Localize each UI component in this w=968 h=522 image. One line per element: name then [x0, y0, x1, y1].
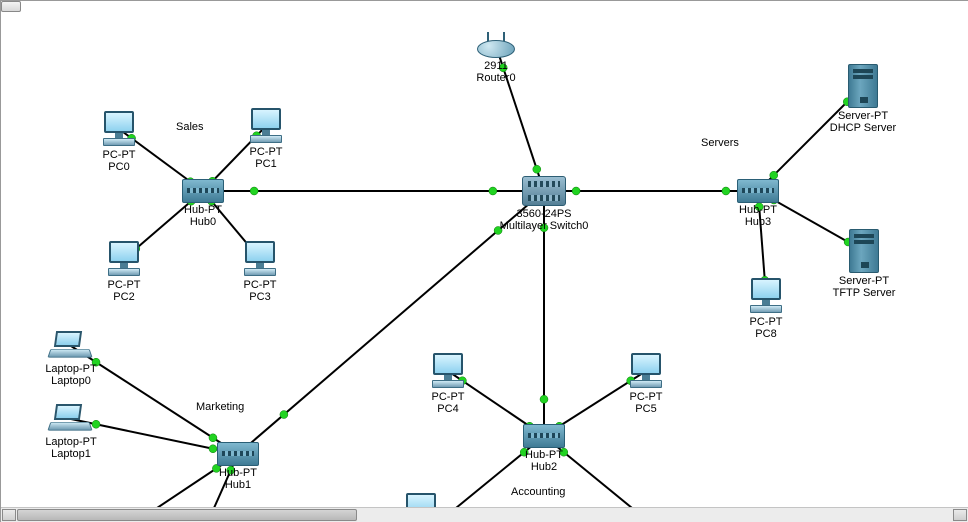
group-label-accounting: Accounting: [511, 486, 565, 498]
device-hub3[interactable]: [737, 179, 779, 203]
device-pc8-name: PC8: [755, 328, 776, 340]
device-pc3-name: PC3: [249, 291, 270, 303]
device-router0-name: Router0: [476, 72, 515, 84]
device-laptop1-type: Laptop-PT: [45, 436, 96, 448]
device-mlswitch0-type: 3560-24PS: [516, 208, 571, 220]
group-label-servers: Servers: [701, 137, 739, 149]
horizontal-scrollbar[interactable]: [1, 507, 968, 522]
device-hub1[interactable]: [217, 442, 259, 466]
device-hub1-type: Hub-PT: [219, 467, 257, 479]
device-pc5-type: PC-PT: [630, 391, 663, 403]
device-router0-type: 2911: [484, 60, 508, 72]
device-pc1-type: PC-PT: [250, 146, 283, 158]
device-tftp-server[interactable]: [849, 229, 879, 273]
device-hub1-name: Hub1: [225, 479, 251, 491]
device-tftp-name: TFTP Server: [833, 287, 896, 299]
device-pc3[interactable]: [242, 241, 278, 277]
group-label-marketing: Marketing: [196, 401, 244, 413]
device-laptop0[interactable]: [49, 331, 93, 361]
scroll-left-button[interactable]: [2, 509, 16, 521]
topology-canvas[interactable]: Sales Servers Marketing Accounting 2911 …: [0, 0, 968, 522]
device-pc4-name: PC4: [437, 403, 458, 415]
device-pc1[interactable]: [248, 108, 284, 144]
device-pc8[interactable]: [748, 278, 784, 314]
device-pc5-name: PC5: [635, 403, 656, 415]
device-hub2-type: Hub-PT: [525, 449, 563, 461]
device-laptop0-name: Laptop0: [51, 375, 91, 387]
device-hub0[interactable]: [182, 179, 224, 203]
device-hub0-type: Hub-PT: [184, 204, 222, 216]
device-router0[interactable]: [477, 34, 515, 58]
device-pc2-type: PC-PT: [108, 279, 141, 291]
scroll-thumb[interactable]: [17, 509, 357, 521]
scroll-right-button[interactable]: [953, 509, 967, 521]
device-laptop0-type: Laptop-PT: [45, 363, 96, 375]
device-pc4[interactable]: [430, 353, 466, 389]
device-hub0-name: Hub0: [190, 216, 216, 228]
device-dhcp-name: DHCP Server: [830, 122, 896, 134]
device-hub2-name: Hub2: [531, 461, 557, 473]
device-tftp-type: Server-PT: [839, 275, 889, 287]
device-laptop1[interactable]: [49, 404, 93, 434]
device-pc1-name: PC1: [255, 158, 276, 170]
device-laptop1-name: Laptop1: [51, 448, 91, 460]
device-pc2[interactable]: [106, 241, 142, 277]
device-hub2[interactable]: [523, 424, 565, 448]
device-pc3-type: PC-PT: [244, 279, 277, 291]
device-mlswitch0-name: Multilayer Switch0: [500, 220, 589, 232]
device-pc5[interactable]: [628, 353, 664, 389]
device-mlswitch0[interactable]: [522, 176, 566, 206]
window-tab-handle[interactable]: [1, 1, 21, 12]
device-hub3-name: Hub3: [745, 216, 771, 228]
device-pc4-type: PC-PT: [432, 391, 465, 403]
device-dhcp-type: Server-PT: [838, 110, 888, 122]
device-pc0-name: PC0: [108, 161, 129, 173]
device-hub3-type: Hub-PT: [739, 204, 777, 216]
device-dhcp-server[interactable]: [848, 64, 878, 108]
group-label-sales: Sales: [176, 121, 204, 133]
device-pc8-type: PC-PT: [750, 316, 783, 328]
device-pc0-type: PC-PT: [103, 149, 136, 161]
device-pc0[interactable]: [101, 111, 137, 147]
device-pc2-name: PC2: [113, 291, 134, 303]
